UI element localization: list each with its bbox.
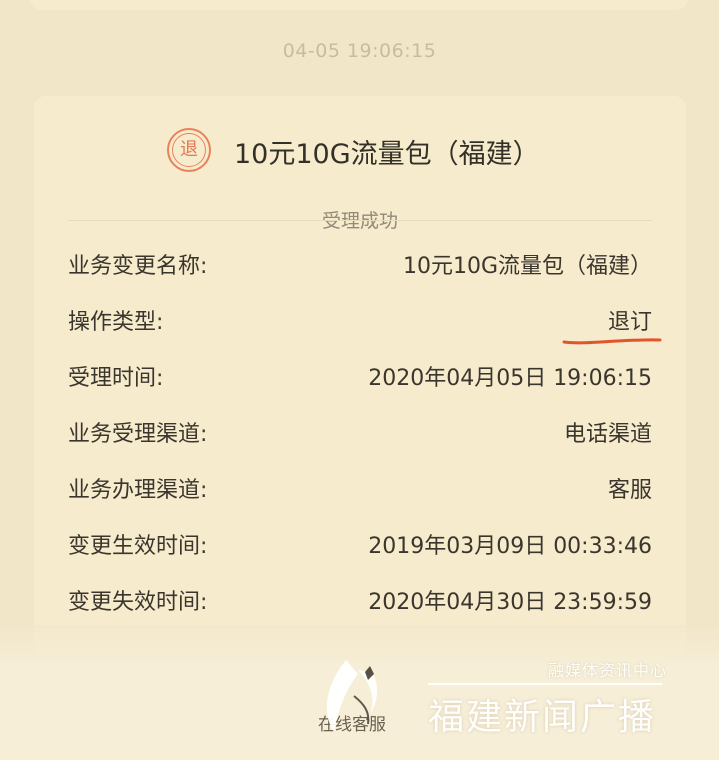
row-label: 业务受理渠道: [68, 422, 208, 447]
divider [68, 220, 652, 221]
message-timestamp: 04-05 19:06:15 [282, 40, 437, 62]
brush-stroke-logo-icon [326, 660, 378, 732]
detail-row-operation-type: 操作类型: 退订 [68, 292, 662, 348]
detail-row-accept-channel: 业务受理渠道: 电话渠道 [68, 404, 652, 460]
previous-message-card [30, 0, 688, 10]
row-value: 10元10G流量包（福建） [402, 254, 652, 279]
row-value: 2019年03月09日 00:33:46 [368, 534, 652, 559]
detail-row-change-name: 业务变更名称: 10元10G流量包（福建） [68, 236, 652, 292]
watermark-small-text: 融媒体资讯中心 [548, 661, 668, 680]
order-detail-card: 退 10元10G流量包（福建） 受理成功 业务变更名称: 10元10G流量包（福… [34, 96, 686, 656]
row-label: 业务变更名称: [68, 254, 208, 279]
card-header: 退 10元10G流量包（福建） 受理成功 [34, 126, 686, 232]
detail-row-effective-time: 变更生效时间: 2019年03月09日 00:33:46 [68, 516, 652, 572]
row-value: 客服 [607, 478, 652, 503]
handwritten-underline-icon [562, 338, 662, 345]
row-value: 2020年04月05日 19:06:15 [368, 366, 652, 391]
badge-char: 退 [172, 133, 206, 167]
watermark-divider [428, 683, 662, 685]
product-title: 10元10G流量包（福建） [234, 139, 540, 170]
unsubscribe-badge-icon: 退 [167, 128, 211, 172]
row-label: 操作类型: [68, 310, 164, 335]
detail-rows: 业务变更名称: 10元10G流量包（福建） 操作类型: 退订 受理时间: 202… [68, 236, 662, 628]
detail-row-handle-channel: 业务办理渠道: 客服 [68, 460, 652, 516]
row-value: 退订 [607, 310, 652, 335]
detail-row-accept-time: 受理时间: 2020年04月05日 19:06:15 [68, 348, 652, 404]
row-value: 2020年04月30日 23:59:59 [368, 590, 652, 615]
row-label: 变更生效时间: [68, 534, 208, 559]
row-value: 电话渠道 [563, 422, 652, 447]
row-label: 受理时间: [68, 366, 164, 391]
watermark-brand-text: 福建新闻广播 [428, 697, 657, 738]
detail-row-expire-time: 变更失效时间: 2020年04月30日 23:59:59 [68, 572, 652, 628]
row-label: 变更失效时间: [68, 590, 208, 615]
row-label: 业务办理渠道: [68, 478, 208, 503]
